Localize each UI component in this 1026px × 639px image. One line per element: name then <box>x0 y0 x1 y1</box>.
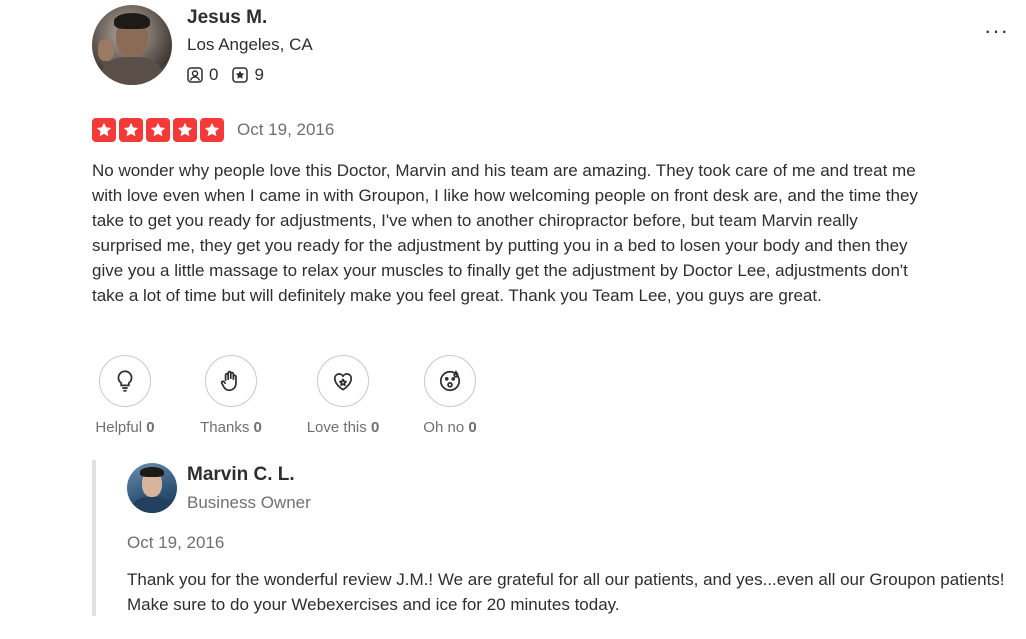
owner-avatar[interactable] <box>127 463 177 513</box>
star-icon <box>173 118 197 142</box>
reaction-count: 0 <box>468 419 477 436</box>
surprised-face-icon[interactable] <box>424 355 476 407</box>
reviewer-name[interactable]: Jesus M. <box>187 7 267 29</box>
friends-icon <box>187 67 203 83</box>
reply-date: Oct 19, 2016 <box>127 533 225 552</box>
star-rating <box>92 118 224 142</box>
reaction-count: 0 <box>146 419 155 436</box>
star-icon <box>92 118 116 142</box>
reaction-count: 0 <box>253 419 262 436</box>
owner-name[interactable]: Marvin C. L. <box>187 464 295 486</box>
star-icon <box>146 118 170 142</box>
reviewer-avatar[interactable] <box>92 5 172 85</box>
reviewer-location: Los Angeles, CA <box>187 35 313 54</box>
reaction-count: 0 <box>370 419 380 436</box>
reaction-label: Helpful <box>95 419 143 436</box>
reaction-helpful-button[interactable]: Helpful 0 <box>77 355 173 436</box>
reaction-oh-no-button[interactable]: Oh no 0 <box>402 355 498 436</box>
clap-hands-icon[interactable] <box>205 355 257 407</box>
star-icon <box>200 118 224 142</box>
reply-divider <box>92 460 96 616</box>
reviewer-stats: 0 9 <box>187 64 264 86</box>
reaction-label: Oh no <box>423 419 465 436</box>
reaction-love-button[interactable]: Love this 0 <box>295 355 391 436</box>
reaction-thanks-button[interactable]: Thanks 0 <box>183 355 279 436</box>
friends-count: 0 <box>209 65 219 84</box>
reply-text: Thank you for the wonderful review J.M.!… <box>127 570 1005 614</box>
reaction-label: Thanks <box>200 419 250 436</box>
more-options-icon[interactable]: ··· <box>984 18 1009 44</box>
reviews-count-icon <box>232 67 249 83</box>
owner-role: Business Owner <box>187 493 311 512</box>
review-date: Oct 19, 2016 <box>237 120 335 139</box>
reviews-count: 9 <box>254 65 264 84</box>
review-text: No wonder why people love this Doctor, M… <box>92 161 918 305</box>
heart-sparkle-icon[interactable] <box>317 355 369 407</box>
lightbulb-icon[interactable] <box>99 355 151 407</box>
reaction-label: Love this <box>306 419 367 436</box>
star-icon <box>119 118 143 142</box>
